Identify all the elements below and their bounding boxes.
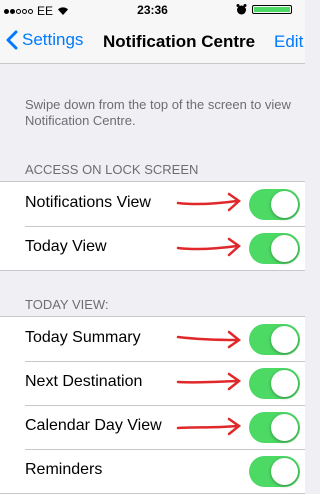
nav-bar: Settings Notification Centre Edit bbox=[0, 20, 305, 64]
list-item: Today Summary bbox=[0, 317, 305, 361]
notifications-view-toggle[interactable] bbox=[249, 189, 300, 220]
list-item: Today View bbox=[0, 226, 305, 270]
back-button[interactable]: Settings bbox=[6, 30, 83, 50]
row-label: Next Destination bbox=[25, 373, 143, 390]
section-header-today-view: TODAY VIEW: bbox=[25, 297, 109, 312]
section-header-lock-screen: ACCESS ON LOCK SCREEN bbox=[25, 162, 199, 177]
next-destination-toggle[interactable] bbox=[249, 368, 300, 399]
list-item: Notifications View bbox=[0, 182, 305, 226]
back-button-label: Settings bbox=[22, 30, 84, 49]
row-label: Reminders bbox=[25, 461, 103, 478]
battery-icon bbox=[252, 5, 292, 14]
calendar-day-view-toggle[interactable] bbox=[249, 412, 300, 443]
annotation-arrow bbox=[176, 330, 242, 349]
battery-level bbox=[254, 7, 290, 12]
today-view-toggle[interactable] bbox=[249, 233, 300, 264]
annotation-arrow bbox=[176, 417, 242, 436]
row-label: Today View bbox=[25, 238, 107, 255]
list-item: Reminders bbox=[0, 449, 305, 493]
list-item: Next Destination bbox=[0, 361, 305, 405]
info-text: Swipe down from the top of the screen to… bbox=[25, 97, 291, 128]
alarm-icon bbox=[236, 4, 247, 15]
row-label: Today Summary bbox=[25, 329, 141, 346]
annotation-arrow bbox=[176, 192, 242, 212]
page-title: Notification Centre bbox=[103, 32, 256, 51]
row-label: Notifications View bbox=[25, 194, 151, 211]
edit-button[interactable]: Edit bbox=[274, 32, 303, 52]
today-view-group: Today Summary Next Destination Calendar … bbox=[0, 316, 305, 494]
row-label: Calendar Day View bbox=[25, 417, 162, 434]
annotation-arrow bbox=[176, 372, 242, 391]
list-item: Calendar Day View bbox=[0, 405, 305, 449]
lock-screen-group: Notifications View Today View bbox=[0, 181, 305, 271]
today-summary-toggle[interactable] bbox=[249, 324, 300, 355]
status-bar: EE 23:36 bbox=[0, 0, 305, 20]
chevron-left-icon bbox=[6, 30, 18, 50]
annotation-arrow bbox=[176, 237, 242, 257]
